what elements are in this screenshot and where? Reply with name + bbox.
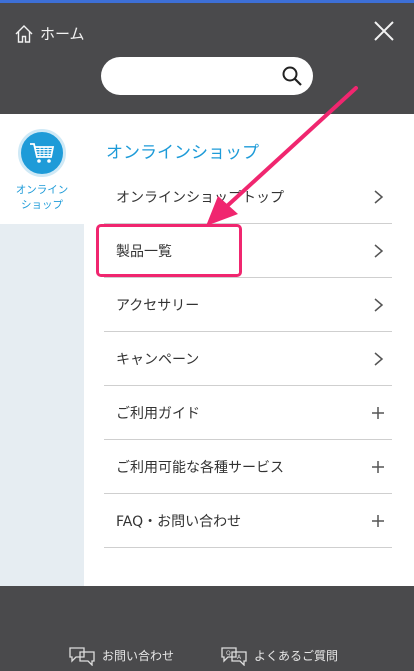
chevron-right-icon — [374, 244, 384, 258]
menu-item-label: アクセサリー — [116, 297, 200, 314]
close-icon[interactable] — [372, 19, 396, 43]
menu-item-label: キャンペーン — [116, 351, 200, 368]
tab-label-line2: ショップ — [21, 199, 63, 211]
menu-item-label: オンラインショップトップ — [116, 189, 284, 206]
chevron-right-icon — [374, 190, 384, 204]
section-title: オンラインショップ — [106, 143, 259, 163]
svg-text:A: A — [237, 654, 242, 661]
menu-item-label: ご利用可能な各種サービス — [116, 459, 284, 476]
menu-item-label: ご利用ガイド — [116, 405, 200, 422]
home-label: ホーム — [40, 25, 85, 43]
chevron-right-icon — [374, 352, 384, 366]
home-icon — [15, 24, 33, 43]
menu-item-shop-top[interactable]: オンラインショップトップ — [104, 170, 392, 224]
header: ホーム — [0, 3, 414, 114]
footer: お問い合わせ Q A よくあるご質問 — [0, 586, 414, 671]
plus-icon — [372, 407, 384, 419]
cart-badge — [18, 129, 66, 177]
menu-item-faq[interactable]: FAQ・お問い合わせ — [104, 494, 392, 548]
tab-online-shop[interactable]: オンライン ショップ — [0, 114, 84, 224]
menu-item-label: FAQ・お問い合わせ — [116, 513, 242, 530]
plus-icon — [372, 515, 384, 527]
menu-item-services[interactable]: ご利用可能な各種サービス — [104, 440, 392, 494]
tab-label: オンライン ショップ — [0, 183, 84, 213]
cart-icon — [30, 143, 55, 163]
menu-panel: オンライン ショップ オンラインショップ オンラインショップトップ 製品一覧 ア… — [0, 114, 414, 586]
qa-bubbles-icon: Q A — [221, 647, 247, 666]
contact-link[interactable]: お問い合わせ — [68, 644, 174, 666]
plus-icon — [372, 461, 384, 473]
search-icon[interactable] — [281, 65, 303, 87]
faq-label: よくあるご質問 — [254, 648, 339, 663]
search-input[interactable] — [101, 57, 313, 95]
contact-label: お問い合わせ — [102, 648, 175, 663]
svg-text:Q: Q — [226, 650, 231, 657]
chevron-right-icon — [374, 298, 384, 312]
tab-label-line1: オンライン — [15, 184, 69, 196]
menu-item-usage-guide[interactable]: ご利用ガイド — [104, 386, 392, 440]
highlight-box — [96, 224, 242, 277]
faq-link[interactable]: Q A よくあるご質問 — [220, 644, 338, 666]
chat-bubbles-icon — [69, 647, 95, 666]
home-link[interactable]: ホーム — [14, 23, 85, 44]
menu-item-campaign[interactable]: キャンペーン — [104, 332, 392, 386]
left-category-pane: オンライン ショップ — [0, 114, 84, 586]
menu-item-accessories[interactable]: アクセサリー — [104, 278, 392, 332]
